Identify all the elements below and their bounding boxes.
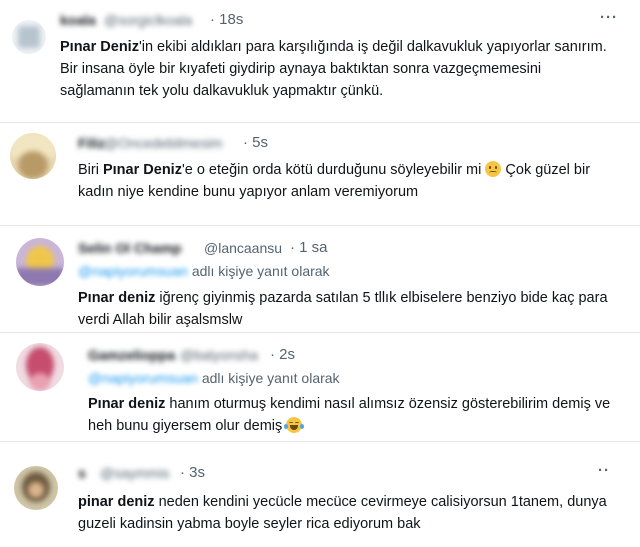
tweet-5[interactable]: s @saymmis · 3s ·· pinar deniz neden ken… <box>0 442 640 547</box>
mention-name: Pınar deniz <box>88 396 166 412</box>
tweet-1[interactable]: koala @sorgiclkoala · 18s ··· Pınar Deni… <box>0 0 640 122</box>
author-handle[interactable]: @balyonsha <box>180 347 258 363</box>
tweet-4[interactable]: Gamzelioppa @balyonsha · 2s @napiyorumsu… <box>0 333 640 441</box>
tweet-3[interactable]: Selin Ol Champ @lancaansu · 1 sa @napiyo… <box>0 226 640 332</box>
author-name[interactable]: Filiz <box>78 135 105 151</box>
mention-name: pinar deniz <box>78 494 155 510</box>
avatar[interactable] <box>16 343 64 391</box>
reply-mention[interactable]: @napiyorumsuan <box>88 370 198 386</box>
author-handle[interactable]: @sorgiclkoala <box>104 12 192 28</box>
tweet-2[interactable]: Filiz @Oncedebilmesim · 5s Biri Pınar De… <box>0 123 640 225</box>
tweet-text: Biri Pınar Deniz'e o eteğin orda kötü du… <box>78 161 591 200</box>
avatar[interactable] <box>16 238 64 286</box>
tweet-text: Pınar deniz hanım oturmuş kendimi nasıl … <box>88 396 611 434</box>
reply-context: @napiyorumsuan adlı kişiye yanıt olarak <box>88 370 340 386</box>
author-handle[interactable]: @Oncedebilmesim <box>104 135 222 151</box>
timestamp[interactable]: · 1 sa <box>290 239 328 256</box>
author-name[interactable]: Selin Ol Champ <box>78 240 181 256</box>
mention-name: Pınar Deniz <box>60 39 139 55</box>
more-horizontal-icon[interactable]: ·· <box>598 462 610 479</box>
tweet-text: pinar deniz neden kendini yecücle mecüce… <box>78 494 607 532</box>
tweet-text: Pınar deniz iğrenç giyinmiş pazarda satı… <box>78 290 608 328</box>
face-with-tears-of-joy-icon <box>284 417 305 433</box>
avatar[interactable] <box>14 466 58 510</box>
avatar[interactable] <box>10 133 56 179</box>
reply-mention[interactable]: @napiyorumsuan <box>78 263 188 279</box>
slightly-frowning-face-icon <box>485 161 502 177</box>
author-handle[interactable]: @saymmis <box>100 465 169 481</box>
more-horizontal-icon[interactable]: ··· <box>600 9 618 26</box>
author-handle[interactable]: @lancaansu <box>204 240 282 256</box>
timestamp[interactable]: · 5s <box>243 134 268 151</box>
timestamp[interactable]: · 2s <box>270 346 295 363</box>
author-name[interactable]: s <box>78 465 86 481</box>
reply-context: @napiyorumsuan adlı kişiye yanıt olarak <box>78 263 330 279</box>
mention-name: Pınar Deniz <box>102 162 182 178</box>
timestamp[interactable]: · 3s <box>180 464 205 481</box>
mention-name: Pınar deniz <box>78 290 156 306</box>
author-name[interactable]: koala <box>60 12 96 28</box>
timestamp[interactable]: · 18s <box>210 11 243 28</box>
author-name[interactable]: Gamzelioppa <box>88 347 175 363</box>
tweet-text: Pınar Deniz'in ekibi aldıkları para karş… <box>60 39 607 99</box>
avatar[interactable] <box>12 20 46 54</box>
